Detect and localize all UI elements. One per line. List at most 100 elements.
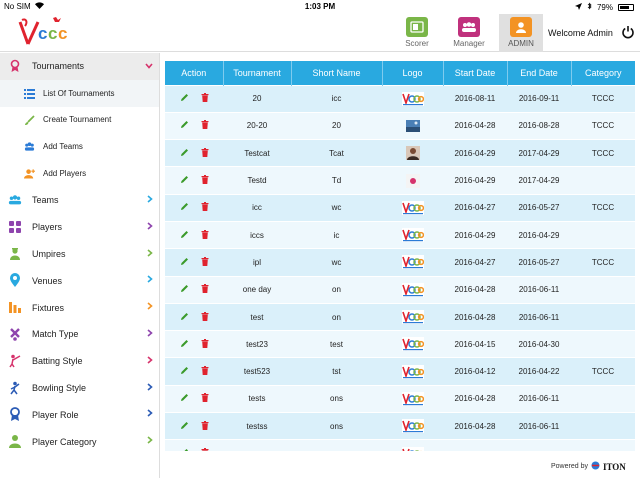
sidebar-item-players[interactable]: Players [0,214,159,241]
edit-icon[interactable] [180,175,189,186]
sidebar-subitem-list-of-tournaments[interactable]: List Of Tournaments [0,79,159,107]
sidebar-item-teams[interactable]: Teams [0,187,159,214]
sidebar-item-player-category[interactable]: Player Category [0,428,159,455]
table-row[interactable] [165,439,635,451]
table-row[interactable]: icc wc 2016-04-27 2016-05-27 TCCC [165,193,635,222]
delete-icon[interactable] [201,93,209,104]
delete-icon[interactable] [201,338,209,350]
sidebar-item-batting-style[interactable]: Batting Style [0,348,159,375]
start-date-cell: 2016-04-29 [443,139,507,167]
edit-icon[interactable] [180,312,189,323]
delete-icon[interactable] [201,311,209,323]
sidebar-item-bowling-style[interactable]: Bowling Style [0,375,159,402]
logo-cell [382,357,443,386]
tournament-logo-icon [402,146,424,161]
table-row[interactable]: 20-20 20 2016-04-28 2016-08-28 TCCC [165,111,635,140]
sidebar-item-player-role[interactable]: Player Role [0,401,159,428]
edit-icon[interactable] [180,339,189,350]
header-category[interactable]: Category [571,61,635,85]
sidebar-item-fixtures[interactable]: Fixtures [0,294,159,321]
edit-icon[interactable] [180,202,189,213]
edit-icon[interactable] [180,230,189,241]
short-name-cell: Tcat [291,139,382,167]
sidebar-item-venues[interactable]: Venues [0,267,159,294]
delete-icon[interactable] [201,448,209,451]
delete-icon[interactable] [201,229,209,241]
logo-cell [382,84,443,113]
action-cell [165,439,223,451]
delete-icon[interactable] [201,256,209,268]
header-end-date[interactable]: End Date [507,61,572,85]
sidebar-subitem-create-tournament[interactable]: Create Tournament [0,107,159,134]
players-icon [8,220,22,234]
tournament-logo-icon [402,173,424,188]
end-date-cell: 2016-08-28 [507,111,571,140]
table-row[interactable]: testss ons 2016-04-28 2016-06-11 [165,412,635,440]
category-cell: TCCC [571,139,635,167]
delete-icon[interactable] [201,147,209,159]
table-row[interactable]: test523 tst 2016-04-12 2016-04-22 TCCC [165,357,635,386]
tab-manager[interactable]: Manager [449,14,489,52]
header-logo[interactable]: Logo [382,61,444,85]
tournament-logo-icon [401,310,424,325]
power-icon[interactable] [621,25,635,39]
delete-icon[interactable] [201,175,209,186]
tournament-cell: 20 [223,84,291,113]
welcome-text: Welcome Admin [548,28,613,38]
short-name-cell: 20 [291,111,382,140]
header-tournament[interactable]: Tournament [223,61,292,85]
delete-icon[interactable] [201,120,209,131]
edit-icon[interactable] [180,93,189,104]
table-row[interactable]: Testcat Tcat 2016-04-29 2017-04-29 TCCC [165,139,635,167]
logo-cell [382,384,443,413]
delete-icon[interactable] [201,284,209,295]
tab-admin[interactable]: ADMIN [499,14,543,52]
edit-icon[interactable] [180,421,189,432]
logo-cell [382,220,443,249]
table-row[interactable]: ipl wc 2016-04-27 2016-05-27 TCCC [165,248,635,277]
table-row[interactable]: 20 icc 2016-08-11 2016-09-11 TCCC [165,84,635,113]
short-name-cell: Td [291,166,382,195]
tournament-cell: test [223,302,291,331]
sidebar-subitem-add-teams[interactable]: Add Teams [0,133,159,160]
tournament-cell: ipl [223,248,291,277]
edit-icon[interactable] [180,284,189,295]
logo-cell [382,111,443,140]
sidebar-subitem-add-players[interactable]: Add Players [0,160,159,187]
sidebar-item-label: Player Category [32,436,97,447]
category-cell [571,439,635,451]
edit-icon[interactable] [180,448,189,451]
sidebar-item-label: Player Role [32,409,79,420]
delete-icon[interactable] [201,393,209,404]
edit-icon[interactable] [180,120,189,131]
tournament-logo-icon [401,282,424,297]
tab-scorer[interactable]: Scorer [397,14,437,52]
header-short-name[interactable]: Short Name [291,61,383,85]
header-start-date[interactable]: Start Date [443,61,508,85]
table-row[interactable]: Testd Td 2016-04-29 2017-04-29 [165,166,635,195]
table-row[interactable]: iccs ic 2016-04-29 2016-04-29 [165,220,635,249]
sidebar-item-match-type[interactable]: Match Type [0,321,159,348]
sidebar-item-umpires[interactable]: Umpires [0,241,159,268]
table-row[interactable]: tests ons 2016-04-28 2016-06-11 [165,384,635,413]
chevron-down-icon [145,61,153,71]
header-action[interactable]: Action [165,61,224,85]
edit-icon[interactable] [180,393,189,404]
table-row[interactable]: test on 2016-04-28 2016-06-11 [165,302,635,331]
tournament-logo-icon [401,391,424,406]
edit-icon[interactable] [180,257,189,268]
sidebar-item-tournaments[interactable]: Tournaments [0,53,159,80]
delete-icon[interactable] [201,366,209,377]
delete-icon[interactable] [201,420,209,432]
powered-by: Powered by ITON [551,461,626,472]
tournament-logo-icon [401,419,424,434]
edit-icon[interactable] [180,148,189,159]
tournament-cell: 20-20 [223,111,291,140]
award-icon [8,59,22,73]
delete-icon[interactable] [201,202,209,213]
table-row[interactable]: test23 test 2016-04-15 2016-04-30 [165,330,635,358]
edit-icon[interactable] [180,366,189,377]
app-header: c c c Scorer Manager ADMIN Welcome Admin [0,14,640,52]
table-row[interactable]: one day on 2016-04-28 2016-06-11 [165,275,635,304]
end-date-cell: 2016-04-22 [507,357,571,386]
